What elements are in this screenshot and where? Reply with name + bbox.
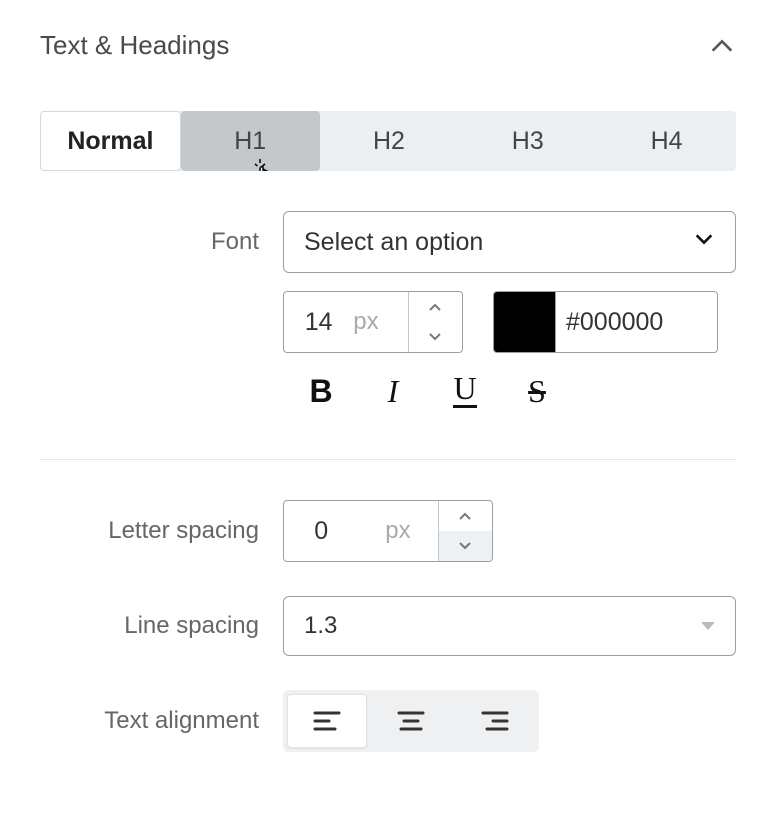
triangle-down-icon [701, 622, 715, 630]
align-right-button[interactable] [455, 694, 535, 748]
bold-button[interactable]: B [303, 373, 339, 409]
italic-button[interactable]: I [375, 373, 411, 409]
font-row: Font Select an option [40, 211, 736, 273]
color-swatch[interactable] [494, 292, 556, 352]
letter-spacing-row: Letter spacing 0 px [40, 500, 736, 562]
align-left-button[interactable] [287, 694, 367, 748]
letter-spacing-value[interactable]: 0 [284, 501, 358, 561]
align-center-button[interactable] [371, 694, 451, 748]
divider [40, 459, 736, 460]
line-spacing-row: Line spacing 1.3 [40, 596, 736, 656]
font-size-color-row: 14 px #000000 [40, 291, 736, 353]
font-size-value[interactable]: 14 [284, 292, 353, 352]
font-select-placeholder: Select an option [304, 228, 483, 257]
letter-spacing-stepper[interactable]: 0 px [283, 500, 493, 562]
tab-h2[interactable]: H2 [320, 111, 459, 171]
chevron-up-icon[interactable] [708, 32, 736, 60]
chevron-down-icon [693, 228, 715, 257]
font-label: Font [40, 228, 283, 256]
text-headings-panel: Text & Headings Normal H1 H2 H3 H4 Font … [0, 0, 776, 810]
text-alignment-group [283, 690, 539, 752]
tab-normal[interactable]: Normal [40, 111, 181, 171]
font-select[interactable]: Select an option [283, 211, 736, 273]
font-size-unit: px [353, 292, 407, 352]
text-format-row: B I U S [40, 373, 736, 409]
text-alignment-row: Text alignment [40, 690, 736, 752]
underline-button[interactable]: U [447, 373, 483, 409]
line-spacing-value: 1.3 [304, 612, 337, 640]
section-title: Text & Headings [40, 30, 229, 61]
font-size-increase[interactable] [409, 292, 462, 322]
tab-h4[interactable]: H4 [597, 111, 736, 171]
color-hex-value[interactable]: #000000 [556, 292, 717, 352]
tab-h3[interactable]: H3 [458, 111, 597, 171]
font-size-decrease[interactable] [409, 322, 462, 352]
letter-spacing-decrease[interactable] [439, 531, 492, 561]
section-header[interactable]: Text & Headings [40, 0, 736, 61]
tab-h1[interactable]: H1 [181, 111, 320, 171]
heading-tabs: Normal H1 H2 H3 H4 [40, 111, 736, 171]
line-spacing-label: Line spacing [40, 612, 283, 640]
letter-spacing-unit: px [358, 501, 437, 561]
letter-spacing-label: Letter spacing [40, 517, 283, 545]
letter-spacing-increase[interactable] [439, 501, 492, 531]
strikethrough-button[interactable]: S [519, 373, 555, 409]
font-size-stepper[interactable]: 14 px [283, 291, 463, 353]
text-alignment-label: Text alignment [40, 707, 283, 735]
font-color-field[interactable]: #000000 [493, 291, 718, 353]
line-spacing-select[interactable]: 1.3 [283, 596, 736, 656]
